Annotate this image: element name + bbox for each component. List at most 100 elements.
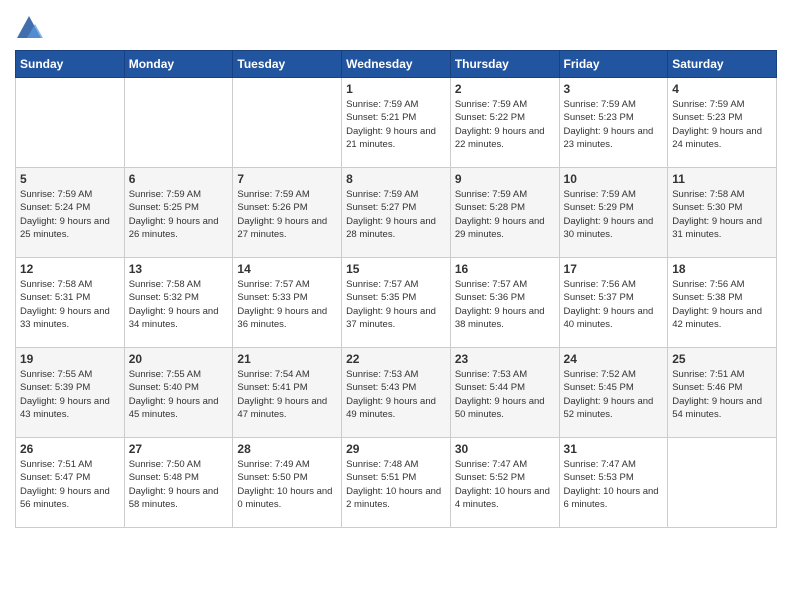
calendar-cell: 22 Sunrise: 7:53 AMSunset: 5:43 PMDayligh… bbox=[342, 348, 451, 438]
week-row-5: 26 Sunrise: 7:51 AMSunset: 5:47 PMDayligh… bbox=[16, 438, 777, 528]
cell-day-number: 21 bbox=[237, 352, 337, 366]
calendar-cell: 15 Sunrise: 7:57 AMSunset: 5:35 PMDayligh… bbox=[342, 258, 451, 348]
calendar-cell: 9 Sunrise: 7:59 AMSunset: 5:28 PMDaylight… bbox=[450, 168, 559, 258]
cell-day-number: 20 bbox=[129, 352, 229, 366]
cell-day-number: 15 bbox=[346, 262, 446, 276]
calendar-cell: 16 Sunrise: 7:57 AMSunset: 5:36 PMDayligh… bbox=[450, 258, 559, 348]
calendar-cell: 18 Sunrise: 7:56 AMSunset: 5:38 PMDayligh… bbox=[668, 258, 777, 348]
cell-day-number: 23 bbox=[455, 352, 555, 366]
calendar-cell: 19Sunrise: 7:55 AMSunset: 5:39 PMDayligh… bbox=[16, 348, 125, 438]
cell-day-number: 28 bbox=[237, 442, 337, 456]
calendar-cell: 25 Sunrise: 7:51 AMSunset: 5:46 PMDayligh… bbox=[668, 348, 777, 438]
calendar-cell: 10Sunrise: 7:59 AMSunset: 5:29 PMDayligh… bbox=[559, 168, 668, 258]
weekday-header-sunday: Sunday bbox=[16, 51, 125, 78]
calendar-cell bbox=[124, 78, 233, 168]
weekday-header-wednesday: Wednesday bbox=[342, 51, 451, 78]
cell-day-number: 8 bbox=[346, 172, 446, 186]
cell-sun-info: Sunrise: 7:51 AMSunset: 5:47 PMDaylight:… bbox=[20, 458, 120, 511]
cell-day-number: 27 bbox=[129, 442, 229, 456]
calendar-cell: 5 Sunrise: 7:59 AMSunset: 5:24 PMDaylight… bbox=[16, 168, 125, 258]
calendar-cell bbox=[16, 78, 125, 168]
cell-day-number: 10 bbox=[564, 172, 664, 186]
calendar-cell: 26 Sunrise: 7:51 AMSunset: 5:47 PMDayligh… bbox=[16, 438, 125, 528]
cell-sun-info: Sunrise: 7:58 AMSunset: 5:30 PMDaylight:… bbox=[672, 188, 772, 241]
weekday-header-monday: Monday bbox=[124, 51, 233, 78]
cell-sun-info: Sunrise: 7:58 AMSunset: 5:32 PMDaylight:… bbox=[129, 278, 229, 331]
weekday-header-tuesday: Tuesday bbox=[233, 51, 342, 78]
cell-sun-info: Sunrise: 7:53 AMSunset: 5:44 PMDaylight:… bbox=[455, 368, 555, 421]
cell-day-number: 19 bbox=[20, 352, 120, 366]
cell-sun-info: Sunrise: 7:57 AMSunset: 5:36 PMDaylight:… bbox=[455, 278, 555, 331]
cell-day-number: 30 bbox=[455, 442, 555, 456]
cell-sun-info: Sunrise: 7:59 AMSunset: 5:26 PMDaylight:… bbox=[237, 188, 337, 241]
cell-day-number: 5 bbox=[20, 172, 120, 186]
cell-day-number: 14 bbox=[237, 262, 337, 276]
calendar-cell: 29 Sunrise: 7:48 AMSunset: 5:51 PMDayligh… bbox=[342, 438, 451, 528]
cell-sun-info: Sunrise: 7:59 AMSunset: 5:25 PMDaylight:… bbox=[129, 188, 229, 241]
cell-sun-info: Sunrise: 7:57 AMSunset: 5:35 PMDaylight:… bbox=[346, 278, 446, 331]
cell-sun-info: Sunrise: 7:59 AMSunset: 5:22 PMDaylight:… bbox=[455, 98, 555, 151]
calendar-cell: 21 Sunrise: 7:54 AMSunset: 5:41 PMDayligh… bbox=[233, 348, 342, 438]
weekday-header-thursday: Thursday bbox=[450, 51, 559, 78]
weekday-header-row: SundayMondayTuesdayWednesdayThursdayFrid… bbox=[16, 51, 777, 78]
cell-day-number: 29 bbox=[346, 442, 446, 456]
week-row-4: 19Sunrise: 7:55 AMSunset: 5:39 PMDayligh… bbox=[16, 348, 777, 438]
cell-day-number: 16 bbox=[455, 262, 555, 276]
cell-sun-info: Sunrise: 7:59 AMSunset: 5:24 PMDaylight:… bbox=[20, 188, 120, 241]
cell-sun-info: Sunrise: 7:59 AMSunset: 5:28 PMDaylight:… bbox=[455, 188, 555, 241]
cell-sun-info: Sunrise: 7:54 AMSunset: 5:41 PMDaylight:… bbox=[237, 368, 337, 421]
cell-day-number: 4 bbox=[672, 82, 772, 96]
week-row-1: 1 Sunrise: 7:59 AMSunset: 5:21 PMDaylight… bbox=[16, 78, 777, 168]
calendar-cell: 1 Sunrise: 7:59 AMSunset: 5:21 PMDaylight… bbox=[342, 78, 451, 168]
cell-day-number: 22 bbox=[346, 352, 446, 366]
week-row-3: 12 Sunrise: 7:58 AMSunset: 5:31 PMDayligh… bbox=[16, 258, 777, 348]
cell-day-number: 6 bbox=[129, 172, 229, 186]
cell-sun-info: Sunrise: 7:47 AMSunset: 5:52 PMDaylight:… bbox=[455, 458, 555, 511]
cell-day-number: 3 bbox=[564, 82, 664, 96]
calendar-table: SundayMondayTuesdayWednesdayThursdayFrid… bbox=[15, 50, 777, 528]
weekday-header-friday: Friday bbox=[559, 51, 668, 78]
cell-sun-info: Sunrise: 7:48 AMSunset: 5:51 PMDaylight:… bbox=[346, 458, 446, 511]
cell-day-number: 7 bbox=[237, 172, 337, 186]
logo-icon bbox=[15, 14, 43, 42]
calendar-cell: 27 Sunrise: 7:50 AMSunset: 5:48 PMDayligh… bbox=[124, 438, 233, 528]
calendar-cell bbox=[668, 438, 777, 528]
cell-day-number: 11 bbox=[672, 172, 772, 186]
calendar-cell: 17Sunrise: 7:56 AMSunset: 5:37 PMDayligh… bbox=[559, 258, 668, 348]
header bbox=[15, 10, 777, 42]
cell-day-number: 18 bbox=[672, 262, 772, 276]
calendar-cell: 28 Sunrise: 7:49 AMSunset: 5:50 PMDayligh… bbox=[233, 438, 342, 528]
cell-sun-info: Sunrise: 7:59 AMSunset: 5:21 PMDaylight:… bbox=[346, 98, 446, 151]
calendar-cell: 20Sunrise: 7:55 AMSunset: 5:40 PMDayligh… bbox=[124, 348, 233, 438]
cell-day-number: 26 bbox=[20, 442, 120, 456]
calendar-cell: 14 Sunrise: 7:57 AMSunset: 5:33 PMDayligh… bbox=[233, 258, 342, 348]
cell-sun-info: Sunrise: 7:49 AMSunset: 5:50 PMDaylight:… bbox=[237, 458, 337, 511]
cell-sun-info: Sunrise: 7:53 AMSunset: 5:43 PMDaylight:… bbox=[346, 368, 446, 421]
cell-day-number: 9 bbox=[455, 172, 555, 186]
cell-day-number: 25 bbox=[672, 352, 772, 366]
calendar-cell: 11 Sunrise: 7:58 AMSunset: 5:30 PMDayligh… bbox=[668, 168, 777, 258]
cell-sun-info: Sunrise: 7:59 AMSunset: 5:23 PMDaylight:… bbox=[564, 98, 664, 151]
cell-sun-info: Sunrise: 7:51 AMSunset: 5:46 PMDaylight:… bbox=[672, 368, 772, 421]
calendar-cell: 8Sunrise: 7:59 AMSunset: 5:27 PMDaylight… bbox=[342, 168, 451, 258]
cell-sun-info: Sunrise: 7:50 AMSunset: 5:48 PMDaylight:… bbox=[129, 458, 229, 511]
cell-sun-info: Sunrise: 7:56 AMSunset: 5:38 PMDaylight:… bbox=[672, 278, 772, 331]
cell-day-number: 2 bbox=[455, 82, 555, 96]
calendar-cell: 23 Sunrise: 7:53 AMSunset: 5:44 PMDayligh… bbox=[450, 348, 559, 438]
cell-sun-info: Sunrise: 7:58 AMSunset: 5:31 PMDaylight:… bbox=[20, 278, 120, 331]
calendar-cell bbox=[233, 78, 342, 168]
cell-day-number: 13 bbox=[129, 262, 229, 276]
weekday-header-saturday: Saturday bbox=[668, 51, 777, 78]
calendar-cell: 3 Sunrise: 7:59 AMSunset: 5:23 PMDaylight… bbox=[559, 78, 668, 168]
cell-day-number: 1 bbox=[346, 82, 446, 96]
cell-sun-info: Sunrise: 7:57 AMSunset: 5:33 PMDaylight:… bbox=[237, 278, 337, 331]
calendar-cell: 30 Sunrise: 7:47 AMSunset: 5:52 PMDayligh… bbox=[450, 438, 559, 528]
cell-sun-info: Sunrise: 7:52 AMSunset: 5:45 PMDaylight:… bbox=[564, 368, 664, 421]
calendar-cell: 12 Sunrise: 7:58 AMSunset: 5:31 PMDayligh… bbox=[16, 258, 125, 348]
cell-day-number: 12 bbox=[20, 262, 120, 276]
calendar-cell: 4Sunrise: 7:59 AMSunset: 5:23 PMDaylight… bbox=[668, 78, 777, 168]
cell-sun-info: Sunrise: 7:56 AMSunset: 5:37 PMDaylight:… bbox=[564, 278, 664, 331]
page: SundayMondayTuesdayWednesdayThursdayFrid… bbox=[0, 0, 792, 543]
cell-sun-info: Sunrise: 7:47 AMSunset: 5:53 PMDaylight:… bbox=[564, 458, 664, 511]
cell-day-number: 24 bbox=[564, 352, 664, 366]
